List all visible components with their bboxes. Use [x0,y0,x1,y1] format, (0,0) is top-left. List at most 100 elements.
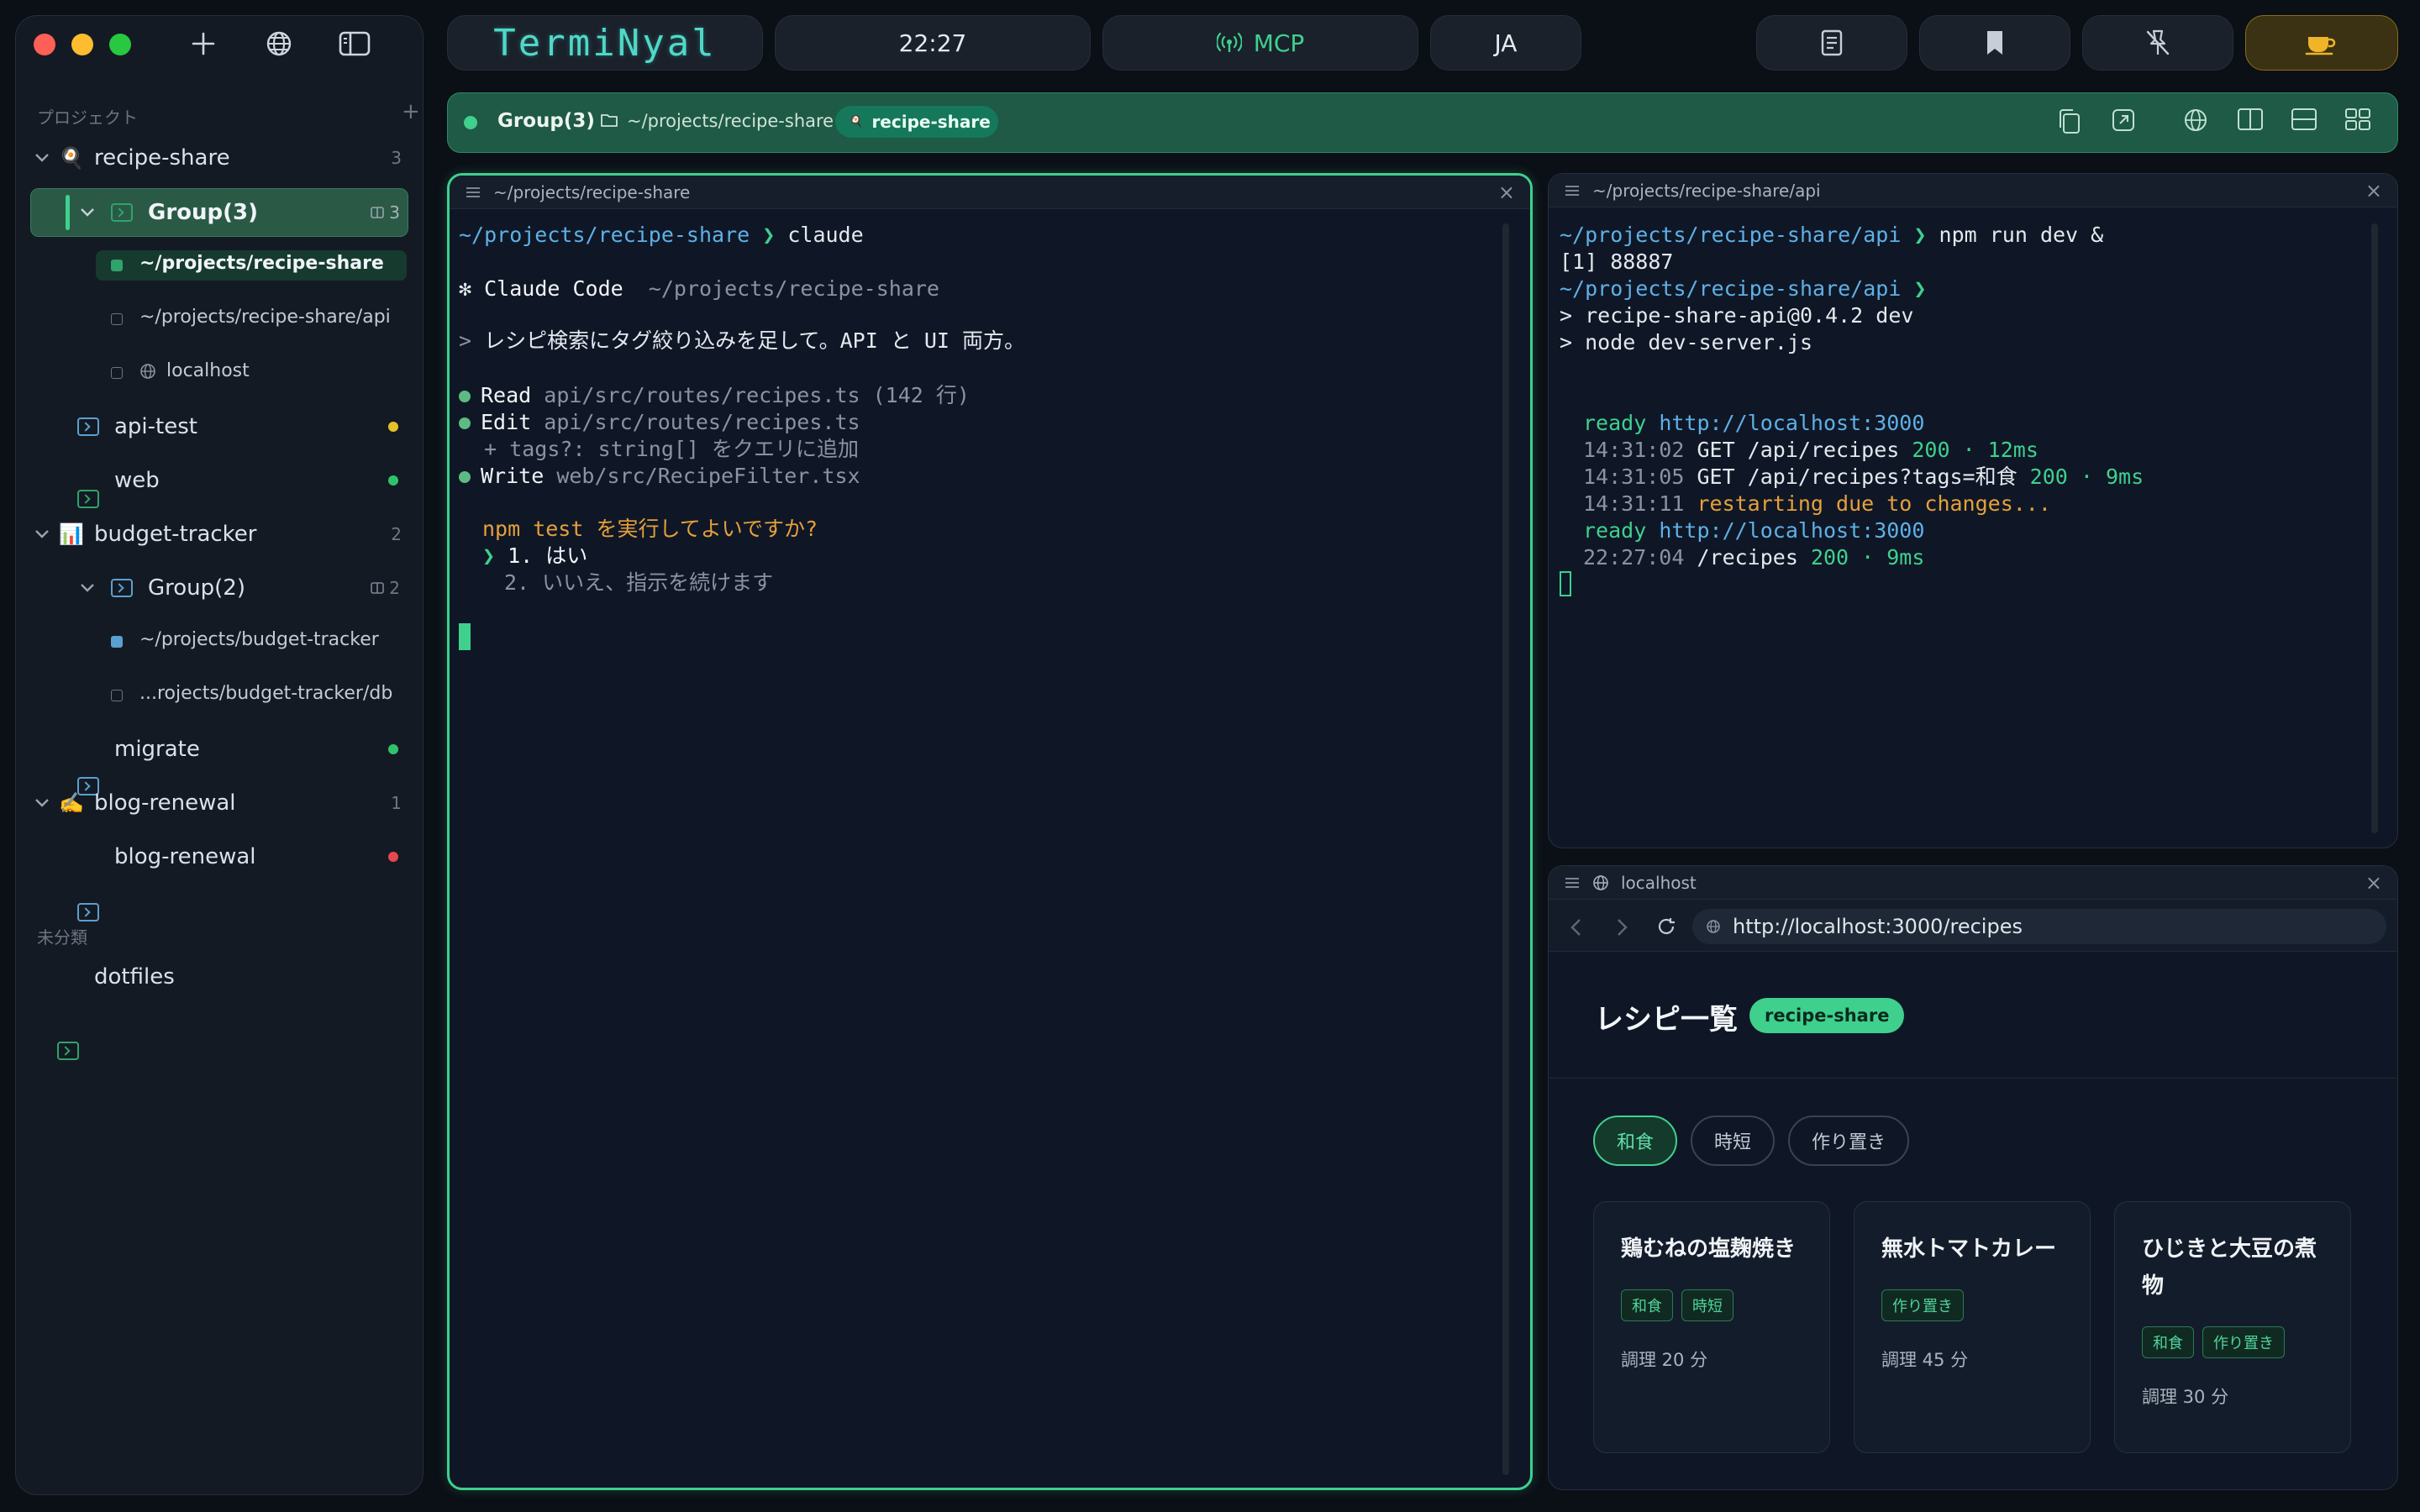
globe-icon [1593,874,1608,890]
filter-chip-washoku[interactable]: 和食 [1593,1116,1677,1166]
sidebar-pane-localhost[interactable]: localhost [166,360,250,381]
add-browser-pane-button[interactable] [2183,108,2212,138]
scrollbar[interactable] [1502,223,1509,1475]
drag-handle-icon[interactable] [1564,877,1581,889]
copy-button[interactable] [2057,108,2086,138]
mcp-button[interactable]: MCP [1102,15,1418,71]
scrollbar[interactable] [2371,223,2378,833]
filter-chip-jitan[interactable]: 時短 [1691,1116,1775,1166]
drag-handle-icon[interactable] [1564,185,1581,197]
terminal-line: Read api/src/routes/recipes.ts (142 行) [481,383,970,407]
pin-off-icon [2146,29,2170,55]
folder-icon [601,114,618,127]
terminal-line: ✻ Claude Code ~/projects/recipe-share [459,276,939,301]
project-badge: recipe-share [1749,998,1905,1033]
recipe-card[interactable]: 無水トマトカレー 作り置き 調理 45 分 [1854,1201,2091,1453]
terminal-cursor [1560,571,1571,596]
split-icon [371,207,385,218]
project-emoji-icon: ✍️ [59,791,84,815]
chevron-down-icon [32,798,52,808]
toggle-sidebar-button[interactable] [336,25,373,62]
terminal-line: [1] 88887 [1560,249,1674,274]
drag-handle-icon[interactable] [465,186,481,198]
status-dot-green [388,475,398,486]
close-pane-button[interactable]: × [1498,181,1515,204]
terminal-icon [77,417,99,436]
bookmark-button[interactable] [1919,15,2070,71]
open-external-button[interactable] [2111,108,2139,138]
chevron-down-icon [77,207,97,218]
address-bar[interactable]: http://localhost:3000/recipes [1692,909,2386,944]
sidebar-item-blog-renewal[interactable]: blog-renewal [114,833,256,880]
unpin-button[interactable] [2082,15,2233,71]
group-bar-name: Group(3) [497,110,595,132]
recipe-tags: 作り置き [1881,1289,1972,1321]
recipe-title: 無水トマトカレー [1881,1236,2057,1262]
terminal-line: Edit api/src/routes/recipes.ts [481,410,860,434]
status-dot-yellow [388,422,398,432]
sidebar-item-web[interactable]: web [114,457,160,504]
reload-button[interactable] [1655,916,1677,937]
chevron-down-icon [77,583,97,593]
permission-option-yes[interactable]: ❯ 1. はい [482,543,587,570]
caffeinate-button[interactable] [2245,15,2398,71]
terminal-line: ~/projects/recipe-share/api ❯ npm run de… [1560,223,2104,247]
terminal-pane-claude[interactable]: ~/projects/recipe-share × [447,173,1533,1490]
split-horizontal-icon [2291,108,2317,130]
group-label: Group(2) [148,575,245,601]
project-chip[interactable]: 🍳 recipe-share [835,106,998,138]
notes-button[interactable] [1756,15,1907,71]
divider [1549,1078,2396,1079]
close-pane-button[interactable]: × [2365,871,2382,895]
zoom-window-button[interactable] [109,34,131,55]
sidebar-pane-budget-tracker-db[interactable]: ...rojects/budget-tracker/db [139,683,392,704]
terminal-line: ~/projects/recipe-share/api ❯ [1560,276,1927,301]
sidebar-project-budget-tracker[interactable]: 📊 budget-tracker 2 [32,511,402,558]
back-button[interactable] [1568,917,1585,937]
recipe-cook-time: 調理 20 分 [1621,1350,1708,1370]
add-project-button[interactable]: + [402,99,420,124]
sidebar-project-recipe-share[interactable]: 🍳 recipe-share 3 [32,134,402,181]
sidebar-group-2[interactable]: Group(2) 2 [77,564,400,612]
split-vertical-button[interactable] [2237,108,2265,138]
external-link-icon [2112,109,2134,131]
pane-label: ~/projects/recipe-share [139,253,384,274]
close-pane-button[interactable]: × [2365,179,2382,202]
sidebar-project-blog-renewal[interactable]: ✍️ blog-renewal 1 [32,780,402,827]
group-count: 2 [371,578,400,598]
recipe-card[interactable]: ひじきと大豆の煮物 和食 作り置き 調理 30 分 [2114,1201,2351,1453]
sidebar-pane-budget-tracker[interactable]: ~/projects/budget-tracker [139,629,379,650]
uncategorized-section-label: 未分類 [37,927,87,948]
sidebar-item-migrate[interactable]: migrate [114,726,200,773]
sidebar-pane-recipe-share-api[interactable]: ~/projects/recipe-share/api [139,307,391,328]
terminal-icon [111,203,133,222]
pane-title: localhost [1621,872,1697,893]
recipe-tags: 和食 時短 [1621,1289,1742,1321]
new-tab-button[interactable] [185,25,222,62]
group-row[interactable]: Group(3) 3 [77,188,400,237]
minimize-window-button[interactable] [71,34,93,55]
recipe-tag: 作り置き [2202,1326,2285,1358]
pane-icon [111,260,123,271]
grid-icon [2345,108,2370,130]
forward-button[interactable] [1613,917,1630,937]
close-window-button[interactable] [34,34,55,55]
project-emoji-icon: 🍳 [849,115,864,129]
sidebar-item-api-test[interactable]: api-test [114,403,197,450]
filter-chip-tsukurioki[interactable]: 作り置き [1788,1116,1909,1166]
recipe-card[interactable]: 鶏むねの塩麹焼き 和食 時短 調理 20 分 [1593,1201,1830,1453]
split-horizontal-button[interactable] [2291,108,2319,138]
tool-status-dot [459,471,471,483]
grid-layout-button[interactable] [2344,108,2373,138]
permission-option-no[interactable]: 2. いいえ、指示を続けます [504,570,773,596]
projects-section-label: プロジェクト [37,108,138,128]
terminal-line: Write web/src/RecipeFilter.tsx [481,464,860,488]
broadcast-icon [1216,32,1242,52]
chevron-down-icon [32,529,52,539]
sidebar-item-dotfiles[interactable]: dotfiles [94,953,175,1000]
terminal-line: > レシピ検索にタグ絞り込みを足して。API と UI 両方。 [459,328,1026,353]
open-browser-button[interactable] [260,25,297,62]
group-count: 3 [371,202,400,223]
log-line: 14:31:05 GET /api/recipes?tags=和食 200 · … [1583,465,2144,489]
language-button[interactable]: JA [1430,15,1581,71]
